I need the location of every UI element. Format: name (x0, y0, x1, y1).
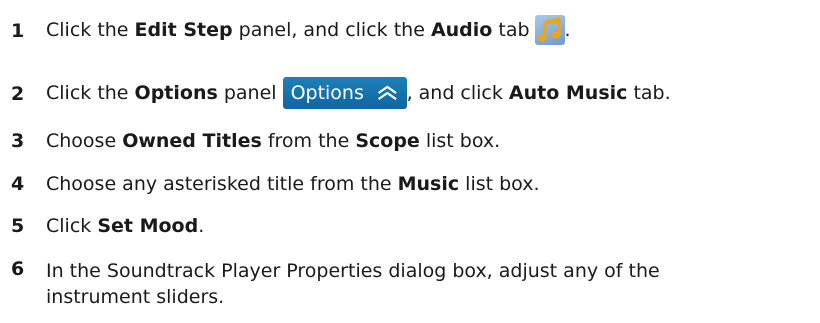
step-6-line-1: In the Soundtrack Player Properties dial… (46, 260, 660, 282)
step-text: Choose Owned Titles from the Scope list … (46, 130, 501, 152)
step-number: 3 (11, 130, 25, 152)
step-number: 2 (11, 83, 25, 105)
step-text: Choose any asterisked title from the Mus… (46, 173, 540, 195)
options-label: Options (134, 82, 218, 104)
scope-label: Scope (355, 130, 420, 152)
set-mood-label: Set Mood (97, 215, 199, 237)
double-chevron-up-icon (377, 85, 397, 101)
options-button-label: Options (290, 82, 364, 104)
step-text: Click the Edit Step panel, and click the… (46, 14, 571, 46)
music-notes-icon[interactable] (534, 15, 565, 45)
step-number: 6 (11, 258, 25, 280)
step-number: 5 (11, 215, 25, 237)
audio-label: Audio (430, 19, 493, 41)
step-text: In the Soundtrack Player Properties dial… (46, 258, 660, 310)
step-text: Click the Options panel Options , and cl… (46, 76, 671, 110)
step-number: 1 (11, 20, 25, 42)
options-panel-button[interactable]: Options (282, 77, 407, 109)
step-6-line-2: instrument sliders. (46, 286, 225, 308)
edit-step-label: Edit Step (134, 19, 233, 41)
owned-titles-label: Owned Titles (122, 130, 262, 152)
step-text: Click Set Mood . (46, 215, 205, 237)
auto-music-label: Auto Music (508, 82, 628, 104)
music-label: Music (397, 173, 460, 195)
step-number: 4 (11, 173, 25, 195)
